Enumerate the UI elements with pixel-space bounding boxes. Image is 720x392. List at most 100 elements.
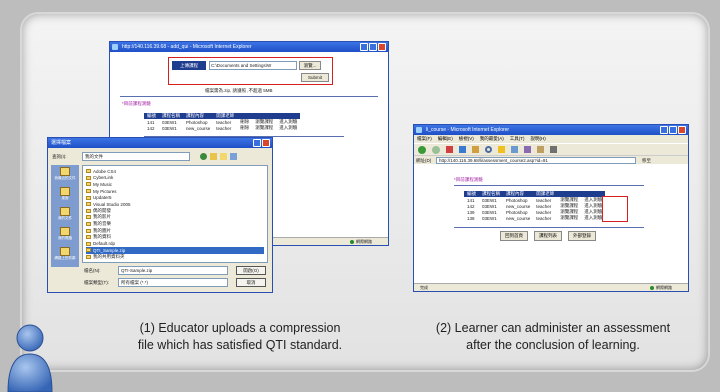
stop-icon[interactable] — [446, 146, 453, 153]
file-item[interactable]: QTI_Sample.zip — [86, 247, 264, 254]
lookin-label: 查詢(I): — [52, 154, 67, 159]
dialog-titlebar[interactable]: 選擇檔案 — [48, 138, 272, 148]
search-icon[interactable] — [485, 146, 492, 153]
file-item[interactable]: 偶的開發 — [86, 208, 264, 215]
close-button[interactable] — [678, 126, 686, 134]
file-item[interactable]: CyberLink — [86, 175, 264, 182]
menu-item[interactable]: 檢視(V) — [459, 136, 474, 142]
minimize-button[interactable] — [660, 126, 668, 134]
file-item[interactable]: 我的資料 — [86, 234, 264, 241]
nav-button[interactable]: 回到首頁 — [500, 231, 528, 241]
row-action-link[interactable]: 刪除 — [237, 125, 252, 131]
home-icon[interactable] — [472, 146, 479, 153]
open-button[interactable]: 開啟(O) — [236, 266, 266, 275]
caption-educator: (1) Educator uploads a compression file … — [120, 320, 360, 354]
file-name: 我的資料 — [93, 234, 111, 240]
file-name: My Music — [93, 181, 112, 187]
file-item[interactable]: My Music — [86, 181, 264, 188]
folder-icon — [86, 202, 91, 207]
places-item[interactable]: 我最近的文件 — [51, 165, 79, 185]
file-item[interactable]: My Pictures — [86, 188, 264, 195]
minimize-button[interactable] — [360, 43, 368, 51]
close-button[interactable] — [262, 139, 270, 147]
browse-button[interactable]: 瀏覽... — [299, 61, 321, 70]
row-action-link[interactable]: 瀏覽課程 — [557, 215, 581, 221]
nav-button[interactable]: 課程列表 — [534, 231, 562, 241]
divider — [454, 185, 644, 186]
address-input[interactable]: http://140.116.39.68/li/assessment_cours… — [436, 157, 636, 164]
course-table: 編號 課程名稱 課程內容 開課老師 141 03EW1 Photoshop teacher 瀏… — [464, 191, 606, 221]
table-cell: teacher — [216, 125, 232, 131]
file-name: My Pictures — [93, 188, 117, 194]
divider — [454, 227, 644, 228]
refresh-icon[interactable] — [459, 146, 466, 153]
file-item[interactable]: 我的圖片 — [86, 227, 264, 234]
maximize-button[interactable] — [669, 126, 677, 134]
menu-item[interactable]: 我的最愛(A) — [480, 136, 504, 142]
places-item[interactable]: 網路上的芳鄰 — [51, 245, 79, 265]
row-action-link[interactable]: 進入測驗 — [276, 125, 300, 131]
column-header: 課程名稱 — [159, 113, 183, 119]
filename-input[interactable]: QTI-Sample.zip — [118, 266, 228, 275]
help-button[interactable] — [253, 139, 261, 147]
submit-button[interactable]: Submit — [301, 73, 329, 82]
caption-educator-line-1: (1) Educator uploads a compression — [139, 321, 341, 335]
column-header: 開課老師 — [533, 191, 558, 197]
history-icon[interactable] — [524, 146, 531, 153]
file-item[interactable]: 我的音樂 — [86, 221, 264, 228]
row-action-link[interactable]: 瀏覽課程 — [252, 125, 276, 131]
table-cell: 03EW1 — [162, 125, 177, 131]
place-label: 我的電腦 — [58, 236, 72, 240]
menu-item[interactable]: 工具(T) — [510, 136, 525, 142]
folder-icon — [86, 228, 91, 233]
upload-path-input[interactable]: C:\Documents and Settings\W — [209, 61, 297, 70]
internet-zone: 網際網路 — [650, 285, 672, 291]
upload-note: 檔案需為.zip, 請遵照 ,不超過 5MB — [205, 88, 273, 93]
go-button[interactable]: 移至 — [642, 158, 651, 164]
back-icon[interactable] — [418, 145, 426, 154]
view-menu-icon[interactable] — [230, 153, 237, 160]
caption-learner-line-1: (2) Learner can administer an assessment — [435, 321, 671, 335]
folder-icon — [86, 235, 91, 240]
places-item[interactable]: 桌面 — [51, 185, 79, 205]
new-folder-icon[interactable] — [220, 153, 227, 160]
file-item[interactable]: 我的影片 — [86, 214, 264, 221]
folder-icon — [86, 222, 91, 227]
close-button[interactable] — [378, 43, 386, 51]
folder-icon — [86, 182, 91, 187]
places-bar: 我最近的文件 桌面 我的文件我的電腦網路上的芳鄰 — [51, 165, 79, 267]
file-name: 偶的開發 — [93, 207, 111, 213]
media-icon[interactable] — [511, 146, 518, 153]
upload-course-button[interactable]: 上傳課程 — [172, 61, 206, 70]
lookin-select[interactable]: 我的文件 — [82, 152, 190, 161]
course-table: 編號 課程名稱 課程內容 開課老師 141 03EW1 Photoshop teacher 刪… — [144, 113, 301, 131]
forward-icon[interactable] — [432, 145, 440, 154]
filetype-select[interactable]: 所有檔案 (*.*) — [118, 278, 228, 287]
table-row: 142 03EW1 new_course teacher 刪除 瀏覽課程 進入測驗 — [144, 125, 300, 131]
menu-item[interactable]: 編輯(E) — [438, 136, 453, 142]
folder-icon — [86, 241, 91, 246]
file-item[interactable]: Default.rdp — [86, 241, 264, 248]
filetype-value: 所有檔案 (*.*) — [121, 280, 148, 285]
upload-window-titlebar[interactable]: http://140.116.39.68 - add_qui - Microso… — [110, 42, 388, 52]
places-item[interactable]: 我的電腦 — [51, 225, 79, 245]
favorites-icon[interactable] — [498, 146, 505, 153]
place-icon — [60, 247, 70, 256]
file-item[interactable]: Adobe CS4 — [86, 168, 264, 175]
print-icon[interactable] — [550, 146, 557, 153]
user-icon — [7, 324, 53, 392]
nav-button[interactable]: 外部登錄 — [568, 231, 596, 241]
menu-item[interactable]: 說明(H) — [531, 136, 546, 142]
file-item[interactable]: Updater5 — [86, 194, 264, 201]
maximize-button[interactable] — [369, 43, 377, 51]
places-item[interactable]: 我的文件 — [51, 205, 79, 225]
cancel-button[interactable]: 取消 — [236, 278, 266, 287]
menu-item[interactable]: 檔案(F) — [417, 136, 432, 142]
up-folder-icon[interactable] — [210, 153, 217, 160]
learner-window-titlebar[interactable]: li_course - Microsoft Internet Explorer — [414, 125, 688, 135]
back-icon[interactable] — [200, 153, 207, 160]
file-item[interactable]: 我的共用資料夾 — [86, 254, 264, 261]
file-item[interactable]: Visual Studio 2005 — [86, 201, 264, 208]
course-table-wrap: 編號 課程名稱 課程內容 開課老師 141 03EW1 Photoshop teacher 瀏… — [464, 191, 606, 221]
mail-icon[interactable] — [537, 146, 544, 153]
